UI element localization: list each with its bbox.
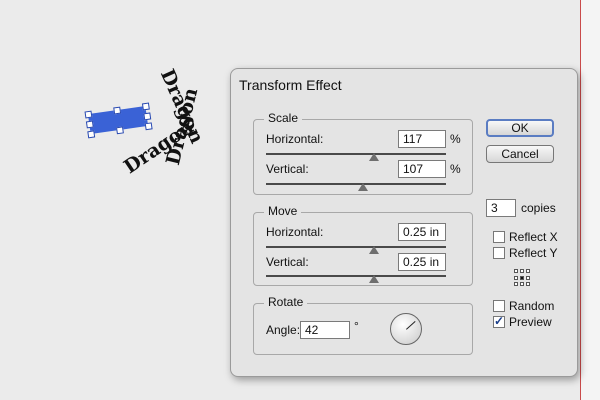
move-horizontal-slider-thumb[interactable] — [369, 246, 379, 254]
reflect-y-label[interactable]: Reflect Y — [509, 246, 557, 260]
random-label[interactable]: Random — [509, 299, 554, 313]
preview-checkbox[interactable] — [493, 314, 505, 328]
angle-dial[interactable] — [390, 313, 422, 345]
move-horizontal-input[interactable]: 0.25 in — [398, 223, 446, 241]
reference-point-locator[interactable] — [514, 269, 532, 287]
angle-label: Angle: — [266, 323, 301, 337]
scale-vertical-unit: % — [450, 162, 461, 176]
move-horizontal-label: Horizontal: — [266, 225, 324, 239]
random-checkbox[interactable] — [493, 300, 505, 312]
scale-group: Scale Horizontal: 117 % Vertical: 107 % — [253, 111, 473, 195]
ok-button[interactable]: OK — [486, 119, 554, 137]
scale-horizontal-slider[interactable] — [266, 153, 446, 155]
rotate-group: Rotate Angle: 42 ° — [253, 295, 473, 355]
scale-vertical-slider[interactable] — [266, 183, 446, 185]
scale-vertical-label: Vertical: — [266, 162, 309, 176]
reflect-y-checkbox[interactable] — [493, 247, 505, 259]
scale-horizontal-unit: % — [450, 132, 461, 146]
selected-object[interactable] — [84, 102, 153, 139]
move-vertical-slider-thumb[interactable] — [369, 275, 379, 283]
move-horizontal-slider[interactable] — [266, 246, 446, 248]
dialog-title: Transform Effect — [239, 77, 342, 93]
copies-input[interactable]: 3 — [486, 199, 516, 217]
scale-group-label: Scale — [264, 111, 303, 125]
reflect-x-checkbox[interactable] — [493, 231, 505, 243]
move-vertical-slider[interactable] — [266, 275, 446, 277]
cancel-button[interactable]: Cancel — [486, 145, 554, 163]
reflect-x-label[interactable]: Reflect X — [509, 230, 558, 244]
rotate-group-label: Rotate — [264, 295, 308, 309]
angle-unit: ° — [354, 319, 359, 333]
preview-label[interactable]: Preview — [509, 315, 552, 329]
scale-horizontal-label: Horizontal: — [266, 132, 324, 146]
artboard-margin — [581, 0, 600, 400]
transform-effect-dialog: Transform Effect Scale Horizontal: 117 %… — [230, 68, 578, 377]
scale-horizontal-slider-thumb[interactable] — [369, 153, 379, 161]
scale-vertical-slider-thumb[interactable] — [358, 183, 368, 191]
move-group-label: Move — [264, 204, 302, 218]
scale-vertical-input[interactable]: 107 — [398, 160, 446, 178]
artwork[interactable]: Dragon Dragon Dragon — [80, 50, 240, 180]
move-vertical-input[interactable]: 0.25 in — [398, 253, 446, 271]
move-vertical-label: Vertical: — [266, 255, 309, 269]
angle-dial-needle — [406, 320, 416, 330]
angle-input[interactable]: 42 — [300, 321, 350, 339]
move-group: Move Horizontal: 0.25 in Vertical: 0.25 … — [253, 204, 473, 286]
scale-horizontal-input[interactable]: 117 — [398, 130, 446, 148]
copies-label: copies — [521, 201, 556, 215]
